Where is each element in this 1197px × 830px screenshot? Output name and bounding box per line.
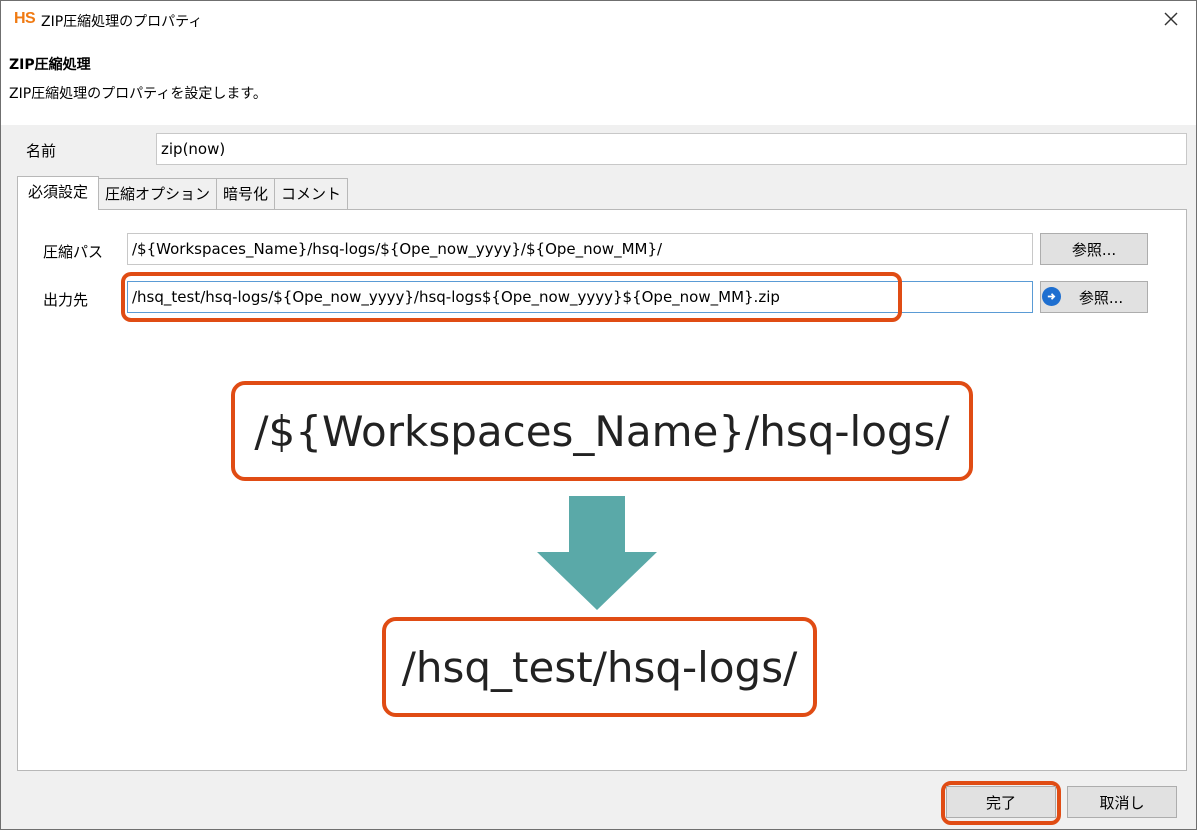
callout-after-text: /hsq_test/hsq-logs/ xyxy=(401,642,798,692)
cancel-button[interactable]: 取消し xyxy=(1067,786,1177,818)
tab-comment[interactable]: コメント xyxy=(274,178,349,210)
dialog-header: ZIP圧縮処理 ZIP圧縮処理のプロパティを設定します。 xyxy=(1,39,1196,127)
close-button[interactable] xyxy=(1156,5,1186,33)
ok-button[interactable]: 完了 xyxy=(946,786,1056,818)
tab-encryption[interactable]: 暗号化 xyxy=(216,178,276,210)
name-label: 名前 xyxy=(26,142,57,160)
callout-after-box: /hsq_test/hsq-logs/ xyxy=(382,617,817,717)
output-path-browse-button[interactable]: 参照... xyxy=(1040,281,1148,313)
tab-compression-options[interactable]: 圧縮オプション xyxy=(98,178,218,210)
tab-panel: 圧縮パス /${Workspaces_Name}/hsq-logs/${Ope_… xyxy=(17,209,1187,771)
output-path-browse-label: 参照... xyxy=(1078,288,1124,307)
header-description: ZIP圧縮処理のプロパティを設定します。 xyxy=(9,86,267,102)
name-input[interactable]: zip(now) xyxy=(156,133,1187,165)
app-logo: HS xyxy=(14,10,36,27)
compress-path-input[interactable]: /${Workspaces_Name}/hsq-logs/${Ope_now_y… xyxy=(127,233,1033,265)
tab-bar: 必須設定 圧縮オプション 暗号化 コメント xyxy=(17,176,349,210)
tab-required-settings[interactable]: 必須設定 xyxy=(17,176,100,210)
window-title: ZIP圧縮処理のプロパティ xyxy=(41,14,203,30)
dialog-body: 名前 zip(now) 必須設定 圧縮オプション 暗号化 コメント 圧縮パス /… xyxy=(1,125,1196,829)
compress-path-label: 圧縮パス xyxy=(43,243,104,261)
close-icon xyxy=(1164,12,1178,26)
compress-path-browse-button[interactable]: 参照... xyxy=(1040,233,1148,265)
properties-dialog: HS ZIP圧縮処理のプロパティ ZIP圧縮処理 ZIP圧縮処理のプロパティを設… xyxy=(0,0,1197,830)
arrow-right-circle-icon xyxy=(1042,287,1061,306)
output-path-highlight xyxy=(121,272,902,322)
header-title: ZIP圧縮処理 xyxy=(9,57,91,73)
title-bar: HS ZIP圧縮処理のプロパティ xyxy=(1,1,1196,39)
output-path-label: 出力先 xyxy=(43,291,89,309)
arrow-down-icon xyxy=(537,496,657,610)
callout-before-text: /${Workspaces_Name}/hsq-logs/ xyxy=(254,406,950,456)
callout-before-box: /${Workspaces_Name}/hsq-logs/ xyxy=(231,381,973,481)
